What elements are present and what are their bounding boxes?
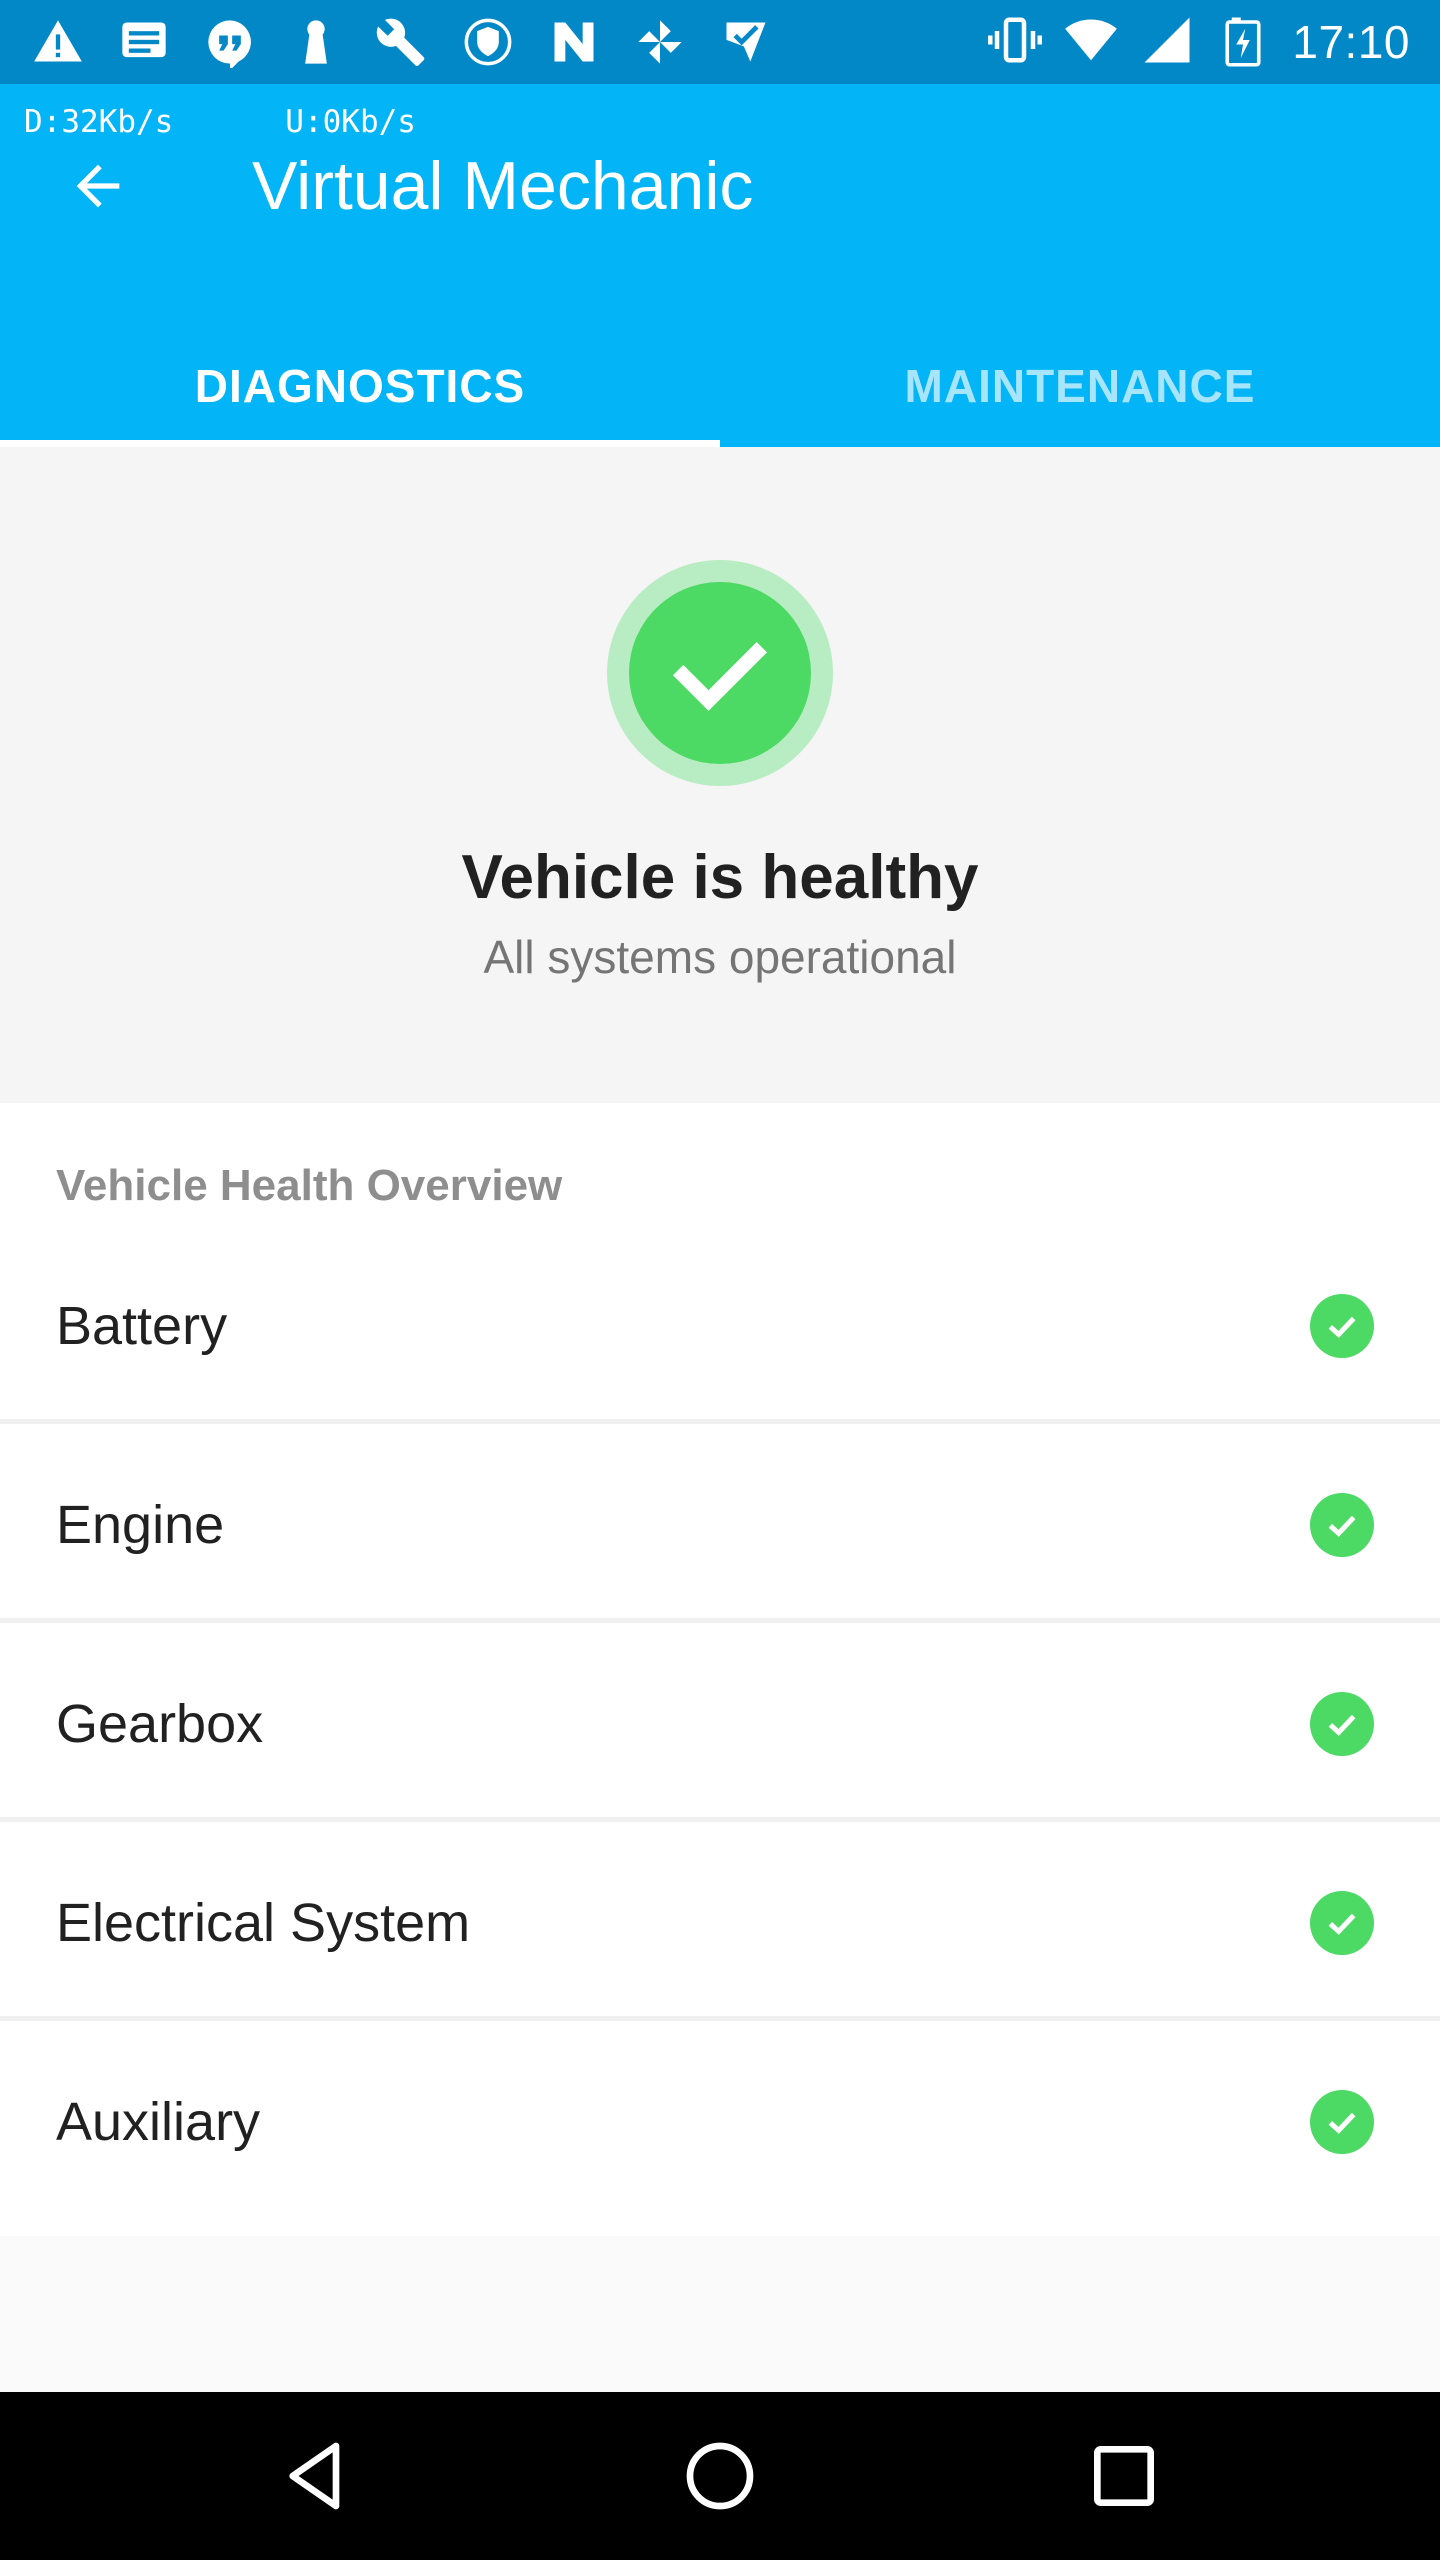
list-item-electrical-system[interactable]: Electrical System	[0, 1825, 1440, 2021]
health-overview-list: Vehicle Health Overview Battery Engine G…	[0, 1103, 1440, 2236]
battery-charging-icon	[1216, 13, 1270, 72]
signal-icon	[1140, 13, 1194, 72]
list-item-auxiliary[interactable]: Auxiliary	[0, 2024, 1440, 2220]
list-item-gearbox[interactable]: Gearbox	[0, 1626, 1440, 1822]
arrow-back-icon	[76, 164, 120, 208]
list-item-battery[interactable]: Battery	[0, 1228, 1440, 1424]
tab-maintenance[interactable]: MAINTENANCE	[720, 324, 1440, 447]
list-item-engine[interactable]: Engine	[0, 1427, 1440, 1623]
n-logo-icon	[546, 14, 602, 70]
quote-icon	[202, 14, 258, 70]
recents-square-icon	[1094, 2446, 1154, 2506]
screen: 17:10 D:32Kb/s U:0Kb/s Virtual Mechanic …	[0, 0, 1440, 2560]
message-icon	[116, 14, 172, 70]
upload-speed: U:0Kb/s	[285, 104, 416, 140]
app-bar: D:32Kb/s U:0Kb/s Virtual Mechanic DIAGNO…	[0, 84, 1440, 447]
health-subtitle: All systems operational	[483, 931, 957, 983]
active-tab-indicator	[0, 440, 720, 447]
notification-icons	[30, 14, 774, 70]
tab-diagnostics[interactable]: DIAGNOSTICS	[0, 324, 720, 447]
wrench-icon	[374, 14, 430, 70]
status-ok-icon	[1310, 2090, 1374, 2154]
status-ok-icon	[1310, 1891, 1374, 1955]
health-title: Vehicle is healthy	[461, 843, 979, 912]
list-item-label: Electrical System	[56, 1893, 471, 1953]
list-header: Vehicle Health Overview	[56, 1161, 563, 1210]
health-status-badge	[607, 560, 833, 786]
vibrate-icon	[988, 13, 1043, 72]
navigation-bar	[0, 2392, 1440, 2560]
list-item-label: Auxiliary	[56, 2092, 261, 2152]
list-item-label: Engine	[56, 1495, 225, 1555]
download-speed: D:32Kb/s	[24, 104, 174, 140]
status-ok-icon	[1310, 1692, 1374, 1756]
status-ok-icon	[1310, 1493, 1374, 1557]
net-speed-overlay: D:32Kb/s U:0Kb/s	[24, 104, 416, 140]
status-ok-icon	[1310, 1294, 1374, 1358]
pinwheel-icon	[632, 14, 688, 70]
home-circle-icon	[686, 2442, 754, 2510]
warning-icon	[30, 14, 86, 70]
check-badge-icon	[718, 14, 774, 70]
health-summary: Vehicle is healthy All systems operation…	[0, 447, 1440, 1103]
status-bar: 17:10	[0, 0, 1440, 84]
nav-home-button[interactable]	[670, 2426, 770, 2526]
clock-time: 17:10	[1292, 16, 1410, 68]
tab-bar: DIAGNOSTICS MAINTENANCE	[0, 324, 1440, 447]
back-triangle-icon	[289, 2442, 340, 2510]
system-icons: 17:10	[988, 12, 1410, 72]
wifi-icon	[1064, 13, 1118, 72]
back-button[interactable]	[56, 144, 140, 228]
keyhole-icon	[288, 14, 344, 70]
check-circle-icon	[672, 642, 768, 711]
nav-back-button[interactable]	[266, 2426, 366, 2526]
app-title: Virtual Mechanic	[252, 148, 754, 224]
list-item-label: Gearbox	[56, 1694, 264, 1754]
shield-icon	[460, 14, 516, 70]
list-item-label: Battery	[56, 1296, 228, 1356]
nav-recents-button[interactable]	[1074, 2426, 1174, 2526]
